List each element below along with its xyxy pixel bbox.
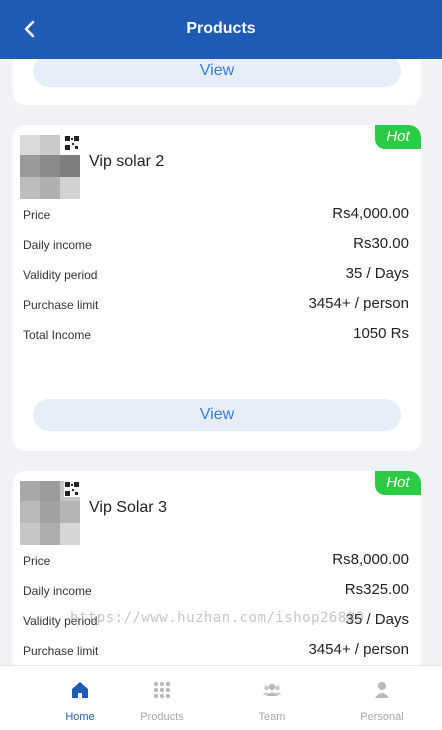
detail-label: Daily income	[23, 238, 92, 252]
detail-label: Price	[23, 208, 51, 222]
qr-code-icon	[64, 481, 80, 497]
detail-value: 1050 Rs	[353, 325, 409, 342]
detail-label: Daily income	[23, 584, 92, 598]
detail-row-price: Price Rs8,000.00	[23, 551, 409, 571]
detail-value: 35 / Days	[345, 265, 409, 282]
qr-code-icon	[64, 135, 80, 151]
bottom-tab-bar: Home Products Team Personal	[0, 665, 442, 730]
detail-row-daily-income: Daily income Rs30.00	[23, 235, 409, 255]
detail-label: Purchase limit	[23, 298, 99, 312]
tab-label: Products	[140, 711, 184, 723]
view-button[interactable]: View	[33, 59, 401, 87]
detail-label: Purchase limit	[23, 644, 99, 658]
product-image	[20, 135, 80, 199]
tab-team[interactable]: Team	[217, 666, 327, 730]
app-header: Products	[0, 0, 442, 59]
detail-value: Rs325.00	[344, 581, 409, 598]
detail-label: Price	[23, 554, 51, 568]
detail-label: Validity period	[23, 268, 98, 282]
watermark-text: https://www.huzhan.com/ishop26889	[70, 610, 365, 626]
view-button[interactable]: View	[33, 399, 401, 431]
detail-value: Rs8,000.00	[332, 551, 409, 568]
product-image	[20, 481, 80, 545]
product-name: Vip solar 2	[89, 153, 165, 170]
detail-row-validity: Validity period 35 / Days	[23, 265, 409, 285]
product-name: Vip Solar 3	[89, 499, 167, 516]
product-card-previous: View	[13, 59, 421, 105]
detail-label: Total Income	[23, 328, 92, 342]
home-icon	[72, 682, 88, 698]
detail-row-total-income: Total Income 1050 Rs	[23, 325, 409, 345]
team-icon	[262, 683, 282, 696]
detail-row-price: Price Rs4,000.00	[23, 205, 409, 225]
detail-value: Rs4,000.00	[332, 205, 409, 222]
detail-value: 3454+ / person	[308, 641, 410, 658]
detail-row-daily-income: Daily income Rs325.00	[23, 581, 409, 601]
tab-products[interactable]: Products	[107, 666, 217, 730]
detail-row-purchase-limit: Purchase limit 3454+ / person	[23, 295, 409, 315]
product-card: Hot Vip solar 2 Price Rs4,000.00 Daily i…	[13, 125, 421, 451]
product-card: Hot Vip Solar 3 Price Rs8,000.00 Daily i…	[13, 471, 421, 665]
person-icon	[375, 682, 389, 698]
tab-personal[interactable]: Personal	[327, 666, 437, 730]
detail-value: Rs30.00	[353, 235, 409, 252]
hot-badge: Hot	[375, 125, 421, 149]
product-list[interactable]: View Hot Vip solar 2 Price Rs4,000.00 Da…	[0, 59, 442, 665]
grid-icon	[153, 681, 171, 699]
tab-label: Personal	[360, 711, 404, 723]
hot-badge: Hot	[375, 471, 421, 495]
detail-row-purchase-limit: Purchase limit 3454+ / person	[23, 641, 409, 661]
tab-label: Team	[258, 711, 286, 723]
detail-value: 3454+ / person	[308, 295, 410, 312]
page-title: Products	[186, 20, 256, 37]
